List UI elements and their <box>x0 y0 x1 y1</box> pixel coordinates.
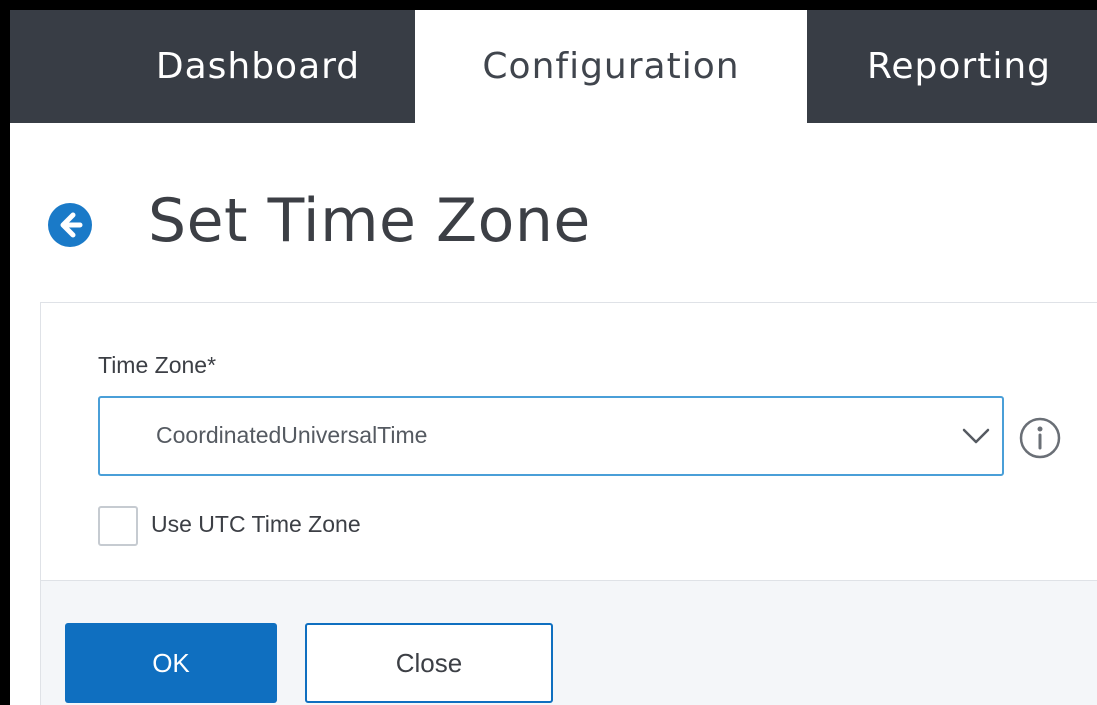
time-zone-label: Time Zone* <box>98 352 217 378</box>
chevron-down-icon <box>962 428 990 444</box>
use-utc-label[interactable]: Use UTC Time Zone <box>151 511 361 538</box>
time-zone-value: CoordinatedUniversalTime <box>156 422 428 448</box>
page-title: Set Time Zone <box>148 186 591 256</box>
top-nav: Dashboard Configuration Reporting <box>10 10 1097 123</box>
app-window: Dashboard Configuration Reporting Set Ti… <box>10 10 1097 705</box>
close-button[interactable]: Close <box>305 623 553 703</box>
form-panel: Time Zone* CoordinatedUniversalTime Use … <box>40 302 1097 705</box>
ok-button[interactable]: OK <box>65 623 277 703</box>
tab-configuration[interactable]: Configuration <box>415 10 807 123</box>
tab-reporting[interactable]: Reporting <box>807 10 1097 123</box>
form-footer: OK Close <box>41 580 1097 705</box>
use-utc-checkbox[interactable] <box>98 506 138 546</box>
tab-dashboard[interactable]: Dashboard <box>98 10 418 123</box>
info-circle-icon[interactable] <box>1019 417 1061 459</box>
time-zone-select[interactable]: CoordinatedUniversalTime <box>98 396 1004 476</box>
arrow-left-circle-icon[interactable] <box>48 203 92 247</box>
